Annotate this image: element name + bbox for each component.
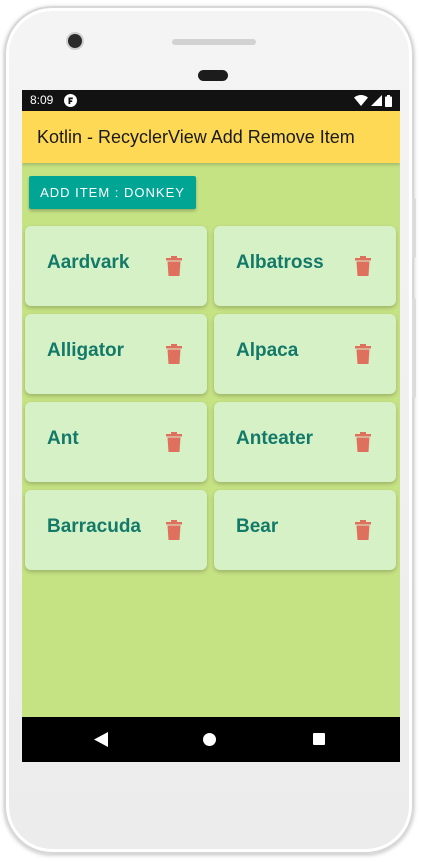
trash-icon[interactable] — [166, 432, 182, 452]
item-label: Alligator — [47, 340, 125, 361]
app-notification-icon — [64, 94, 77, 107]
item-label: Albatross — [236, 252, 324, 273]
list-item[interactable]: Aardvark — [25, 226, 207, 306]
status-time: 8:09 — [30, 93, 54, 107]
list-item[interactable]: Barracuda — [25, 490, 207, 570]
trash-icon[interactable] — [355, 256, 371, 276]
navigation-bar — [22, 717, 400, 762]
trash-icon[interactable] — [355, 520, 371, 540]
device-screen: 8:09 Kotlin - RecyclerView Add Remove It… — [22, 90, 400, 762]
battery-icon — [385, 94, 392, 107]
list-item[interactable]: Alpaca — [214, 314, 396, 394]
app-bar: Kotlin - RecyclerView Add Remove Item — [22, 111, 400, 163]
list-item[interactable]: Ant — [25, 402, 207, 482]
back-icon[interactable] — [94, 732, 108, 747]
home-icon[interactable] — [203, 733, 216, 746]
list-item[interactable]: Anteater — [214, 402, 396, 482]
list-item[interactable]: Alligator — [25, 314, 207, 394]
item-label: Aardvark — [47, 252, 130, 273]
item-label: Barracuda — [47, 516, 141, 537]
item-label: Ant — [47, 428, 79, 449]
earpiece-speaker — [172, 39, 256, 45]
item-label: Anteater — [236, 428, 314, 449]
status-indicators — [354, 94, 392, 107]
recents-icon[interactable] — [313, 733, 325, 745]
volume-button — [412, 298, 416, 398]
trash-icon[interactable] — [355, 344, 371, 364]
status-bar: 8:09 — [22, 90, 400, 111]
proximity-sensor — [198, 70, 228, 81]
trash-icon[interactable] — [166, 344, 182, 364]
trash-icon[interactable] — [166, 256, 182, 276]
list-item[interactable]: Albatross — [214, 226, 396, 306]
trash-icon[interactable] — [355, 432, 371, 452]
wifi-icon — [354, 95, 368, 106]
signal-icon — [371, 95, 382, 106]
item-label: Alpaca — [236, 340, 299, 361]
power-button — [412, 198, 416, 258]
trash-icon[interactable] — [166, 520, 182, 540]
front-camera — [68, 34, 82, 48]
item-grid: Aardvark Albatross Alligator Alpaca Ant … — [25, 226, 397, 570]
app-title: Kotlin - RecyclerView Add Remove Item — [37, 127, 355, 147]
list-item[interactable]: Bear — [214, 490, 396, 570]
item-label: Bear — [236, 516, 279, 537]
add-item-button[interactable]: ADD ITEM : DONKEY — [29, 176, 196, 209]
